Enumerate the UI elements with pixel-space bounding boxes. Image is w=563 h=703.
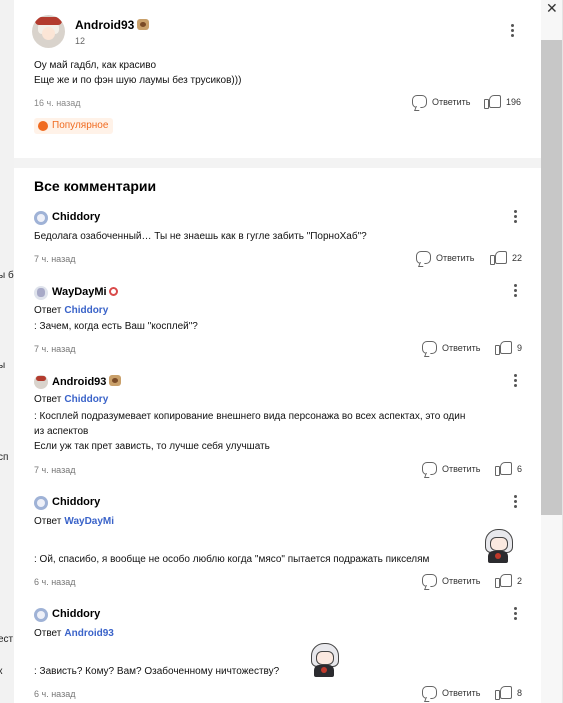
user-badge-icon xyxy=(137,19,150,30)
avatar[interactable] xyxy=(32,15,65,48)
comment-author[interactable]: Android93 xyxy=(75,18,150,32)
more-options-icon[interactable] xyxy=(512,607,518,623)
comment-author[interactable]: Chiddory xyxy=(52,496,100,508)
avatar[interactable] xyxy=(34,211,48,225)
more-options-icon[interactable] xyxy=(512,210,518,226)
divider xyxy=(14,158,541,168)
reply-icon xyxy=(422,341,437,354)
mention-link[interactable]: Chiddory xyxy=(64,305,108,316)
user-level: 12 xyxy=(75,36,86,46)
user-badge-icon xyxy=(109,375,122,386)
comment-time: 7 ч. назад xyxy=(34,254,76,264)
mention-link[interactable]: Chiddory xyxy=(64,394,108,405)
reply-reference: Ответ Chiddory xyxy=(34,305,109,316)
mention-link[interactable]: WayDayMi xyxy=(64,516,114,527)
comment-author[interactable]: Chiddory xyxy=(52,608,100,620)
avatar[interactable] xyxy=(34,608,48,622)
comment-time: 6 ч. назад xyxy=(34,577,76,587)
thumbs-up-icon xyxy=(490,251,507,265)
reply-reference: Ответ Android93 xyxy=(34,628,114,639)
fire-icon xyxy=(38,121,48,131)
background-text: ы б xyxy=(0,270,14,281)
section-title: Все комментарии xyxy=(34,178,157,194)
comment-author[interactable]: Android93 xyxy=(52,375,122,388)
more-options-icon[interactable] xyxy=(512,374,518,390)
comment-time: 16 ч. назад xyxy=(34,98,81,108)
thumbs-up-icon xyxy=(495,462,512,476)
comment-time: 7 ч. назад xyxy=(34,344,76,354)
background-text: ы xyxy=(0,360,6,371)
close-icon[interactable]: ✕ xyxy=(546,0,558,17)
comment-text: : Зачем, когда есть Ваш "косплей"? xyxy=(34,321,198,332)
reply-icon xyxy=(422,574,437,587)
avatar[interactable] xyxy=(34,375,48,389)
user-badge-icon xyxy=(108,287,118,296)
comment-author[interactable]: WayDayMi xyxy=(52,286,118,298)
thumbs-up-icon xyxy=(495,574,512,588)
comment-text: : Ой, спасибо, я вообще не особо люблю к… xyxy=(34,554,430,565)
background-text: сп xyxy=(0,452,9,463)
comment-author[interactable]: Chiddory xyxy=(52,211,100,223)
reply-icon xyxy=(412,95,427,108)
reply-icon xyxy=(422,686,437,699)
thumbs-up-icon xyxy=(484,95,501,109)
reply-icon xyxy=(422,462,437,475)
reply-reference: Ответ Chiddory xyxy=(34,394,109,405)
background-page-left: ы б ы сп ест к xyxy=(0,0,14,703)
comment-time: 7 ч. назад xyxy=(34,465,76,475)
mention-link[interactable]: Android93 xyxy=(64,628,113,639)
more-options-icon[interactable] xyxy=(509,24,515,40)
comment-text: Бедолага озабоченный… Ты не знаешь как в… xyxy=(34,231,367,242)
more-options-icon[interactable] xyxy=(512,495,518,511)
popular-badge: Популярное xyxy=(34,118,114,134)
thumbs-up-icon xyxy=(495,341,512,355)
comments-panel: Android93 12 Оу май гадбл, как красиво Е… xyxy=(14,0,541,703)
scrollbar-thumb[interactable] xyxy=(541,40,562,515)
background-text: к xyxy=(0,666,3,677)
avatar[interactable] xyxy=(34,496,48,510)
thumbs-up-icon xyxy=(495,686,512,700)
more-options-icon[interactable] xyxy=(512,284,518,300)
reply-reference: Ответ WayDayMi xyxy=(34,516,115,527)
avatar[interactable] xyxy=(34,286,48,300)
comment-text: Оу май гадбл, как красиво Еще же и по фэ… xyxy=(34,60,242,86)
character-sticker xyxy=(307,641,341,679)
character-sticker xyxy=(481,527,515,565)
comment-text: : Косплей подразумевает копирование внеш… xyxy=(34,411,466,452)
reply-icon xyxy=(416,251,431,264)
comment-time: 6 ч. назад xyxy=(34,689,76,699)
background-text: ест xyxy=(0,634,14,645)
comment-text: : Зависть? Кому? Вам? Озабоченному ничто… xyxy=(34,666,280,677)
